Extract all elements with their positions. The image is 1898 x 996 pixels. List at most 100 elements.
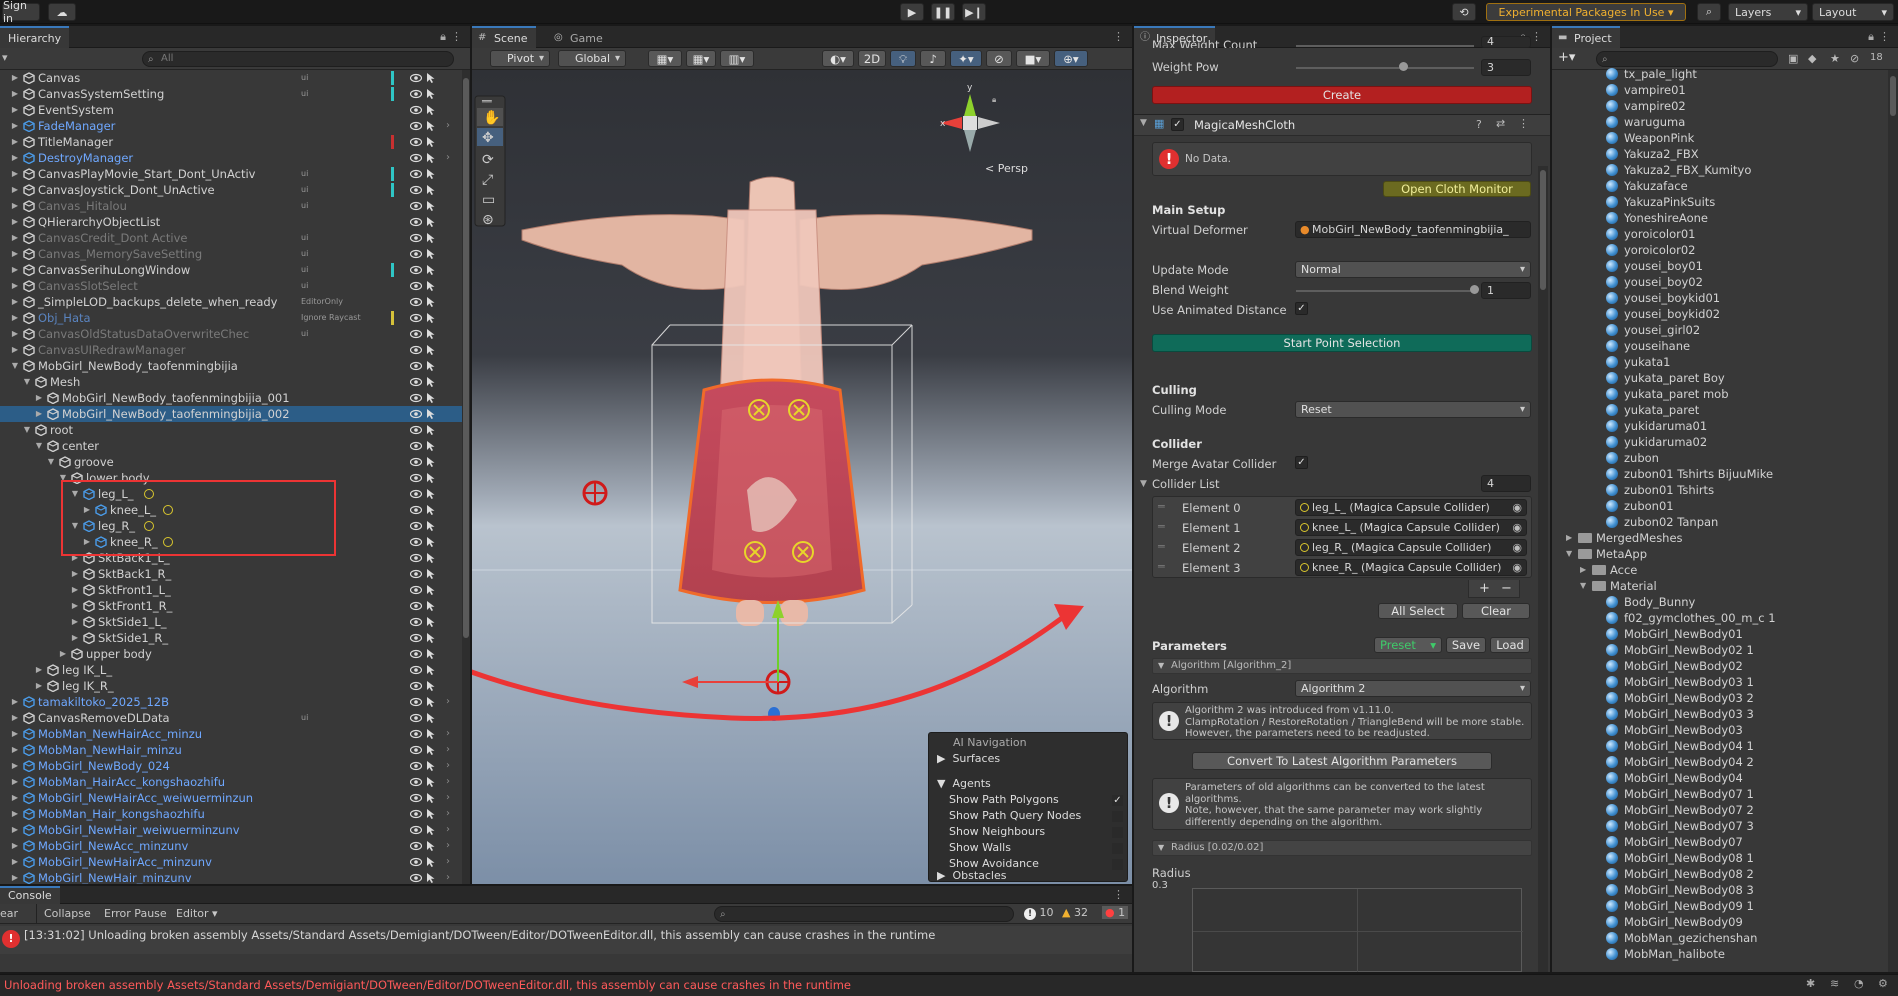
expand-down-icon[interactable]: ▼ [22, 422, 32, 438]
console-search-input[interactable]: ⌕ [714, 906, 1014, 922]
pickable-pointer-icon[interactable] [426, 664, 436, 676]
project-item[interactable]: YoneshireAone [1552, 210, 1888, 226]
project-item[interactable]: MobGirl_NewBody08 2 [1552, 866, 1888, 882]
expand-right-icon[interactable]: ▶ [10, 230, 20, 246]
expand-right-icon[interactable]: ▶ [10, 310, 20, 326]
visibility-eye-icon[interactable] [409, 520, 423, 532]
visibility-eye-icon[interactable] [409, 760, 423, 772]
hierarchy-row[interactable]: ▶ MobGirl_NewBody_taofenmingbijia_002 [0, 406, 462, 422]
speed-icon[interactable]: ◔ [1854, 977, 1864, 990]
hierarchy-row[interactable]: ▶ leg IK_L_ [0, 662, 462, 678]
project-item[interactable]: MobGirl_NewBody08 3 [1552, 882, 1888, 898]
prefab-open-chevron-icon[interactable]: › [446, 726, 450, 742]
project-item[interactable]: yukata_paret mob [1552, 386, 1888, 402]
create-dropdown-icon[interactable]: ▾ [2, 51, 8, 64]
max-weight-count-field[interactable]: 4 [1481, 36, 1531, 48]
hierarchy-scrollbar[interactable] [462, 70, 470, 884]
algorithm-section-header[interactable]: Algorithm [Algorithm_2] [1152, 658, 1532, 674]
project-search-input[interactable]: ⌕ [1596, 51, 1778, 67]
audio-toggle-icon[interactable]: ♪ [920, 50, 946, 67]
hierarchy-row[interactable]: ▶ SktSide1_L_ [0, 614, 462, 630]
convert-algorithm-button[interactable]: Convert To Latest Algorithm Parameters [1192, 752, 1492, 770]
pickable-pointer-icon[interactable] [426, 248, 436, 260]
project-item[interactable]: Body_Bunny [1552, 594, 1888, 610]
start-point-selection-button[interactable]: Start Point Selection [1152, 334, 1532, 352]
pickable-pointer-icon[interactable] [426, 872, 436, 884]
expand-down-icon[interactable]: ▼ [46, 454, 56, 470]
pickable-pointer-icon[interactable] [426, 760, 436, 772]
collider-element-row[interactable]: ═ Element 0 leg_L_ (Magica Capsule Collide… [1152, 498, 1532, 518]
project-item[interactable]: MobGirl_NewBody07 1 [1552, 786, 1888, 802]
object-picker-icon[interactable]: ◉ [1512, 520, 1522, 535]
expand-right-icon[interactable]: ▶ [70, 630, 80, 646]
visibility-eye-icon[interactable] [409, 488, 423, 500]
prefab-open-chevron-icon[interactable]: › [446, 822, 450, 838]
weight-pow-field[interactable]: 3 [1481, 59, 1531, 76]
hierarchy-row[interactable]: ▶ MobGirl_NewAcc_minzunv › [0, 838, 462, 854]
project-item[interactable]: MobMan_halibote [1552, 946, 1888, 962]
visibility-eye-icon[interactable] [409, 296, 423, 308]
hierarchy-row[interactable]: ▶ CanvasOldStatusDataOverwriteChec ui [0, 326, 462, 342]
hierarchy-row[interactable]: ▶ leg IK_R_ [0, 678, 462, 694]
pickable-pointer-icon[interactable] [426, 440, 436, 452]
more-menu-icon[interactable]: ⋮ [1113, 30, 1124, 43]
drag-handle-icon[interactable]: ═ [1158, 540, 1165, 553]
pickable-pointer-icon[interactable] [426, 488, 436, 500]
project-item[interactable]: MobGirl_NewBody03 [1552, 722, 1888, 738]
project-item[interactable]: YakuzaPinkSuits [1552, 194, 1888, 210]
visibility-eye-icon[interactable] [409, 392, 423, 404]
global-dropdown[interactable]: Global [558, 50, 626, 67]
expand-right-icon[interactable]: ▶ [10, 166, 20, 182]
project-item[interactable]: MobGirl_NewBody07 2 [1552, 802, 1888, 818]
bug-icon[interactable]: ✱ [1806, 977, 1815, 990]
tab-scene[interactable]: # Scene [472, 26, 536, 48]
pickable-pointer-icon[interactable] [426, 680, 436, 692]
visibility-eye-icon[interactable] [409, 792, 423, 804]
pause-icon[interactable]: ❚❚ [931, 3, 955, 21]
virtual-deformer-field[interactable]: ● MobGirl_NewBody_taofenmingbijia_ [1295, 221, 1531, 238]
pickable-pointer-icon[interactable] [426, 520, 436, 532]
nav-toggle-checkbox[interactable] [1112, 827, 1123, 838]
search-icon[interactable]: ⌕ [1697, 3, 1721, 21]
obstacles-foldout[interactable]: ▶ Obstacles [937, 869, 1006, 882]
camera-settings-icon[interactable]: ■▾ [1016, 50, 1050, 67]
hierarchy-row[interactable]: ▶ MobGirl_NewBody_024 › [0, 758, 462, 774]
hierarchy-row[interactable]: ▶ Obj_Hata Ignore Raycast [0, 310, 462, 326]
visibility-icon[interactable]: ⊘ [1850, 52, 1859, 65]
visibility-eye-icon[interactable] [409, 504, 423, 516]
project-item[interactable]: yousei_boy02 [1552, 274, 1888, 290]
pickable-pointer-icon[interactable] [426, 344, 436, 356]
expand-right-icon[interactable]: ▶ [70, 582, 80, 598]
hierarchy-row[interactable]: ▼ Mesh [0, 374, 462, 390]
collider-element-row[interactable]: ═ Element 2 leg_R_ (Magica Capsule Collide… [1152, 538, 1532, 558]
stack-icon[interactable]: ≋ [1830, 977, 1839, 990]
project-item[interactable]: Yakuza2_FBX_Kumityo [1552, 162, 1888, 178]
expand-down-icon[interactable]: ▼ [10, 358, 20, 374]
persp-label[interactable]: < Persp [985, 162, 1028, 175]
pickable-pointer-icon[interactable] [426, 120, 436, 132]
visibility-eye-icon[interactable] [409, 840, 423, 852]
project-item[interactable]: vampire02 [1552, 98, 1888, 114]
history-icon[interactable]: ⟲ [1452, 3, 1476, 21]
project-item[interactable]: MobGirl_NewBody02 [1552, 658, 1888, 674]
hierarchy-row[interactable]: ▶ MobGirl_NewHairAcc_minzunv › [0, 854, 462, 870]
expand-right-icon[interactable]: ▶ [10, 118, 20, 134]
snap-increment-button[interactable]: ▦▾ [686, 50, 716, 67]
open-cloth-monitor-button[interactable]: Open Cloth Monitor [1383, 181, 1531, 197]
pickable-pointer-icon[interactable] [426, 408, 436, 420]
project-item[interactable]: zubon01 Tshirts [1552, 482, 1888, 498]
hierarchy-row[interactable]: ▶ Canvas ui [0, 70, 462, 86]
prefab-open-chevron-icon[interactable]: › [446, 758, 450, 774]
object-picker-icon[interactable]: ◉ [1512, 500, 1522, 515]
merge-avatar-collider-checkbox[interactable]: ✓ [1295, 456, 1308, 469]
grid-snap-button[interactable]: ▦▾ [648, 50, 682, 67]
hierarchy-row[interactable]: ▶ EventSystem [0, 102, 462, 118]
expand-right-icon[interactable]: ▶ [1580, 562, 1586, 578]
nav-toggle-item[interactable]: Show Neighbours [949, 825, 1125, 841]
expand-right-icon[interactable]: ▶ [10, 326, 20, 342]
visibility-eye-icon[interactable] [409, 248, 423, 260]
hierarchy-row[interactable]: ▶ MobMan_NewHairAcc_minzu › [0, 726, 462, 742]
pickable-pointer-icon[interactable] [426, 184, 436, 196]
project-item[interactable]: MobGirl_NewBody03 3 [1552, 706, 1888, 722]
expand-right-icon[interactable]: ▶ [1566, 530, 1572, 546]
